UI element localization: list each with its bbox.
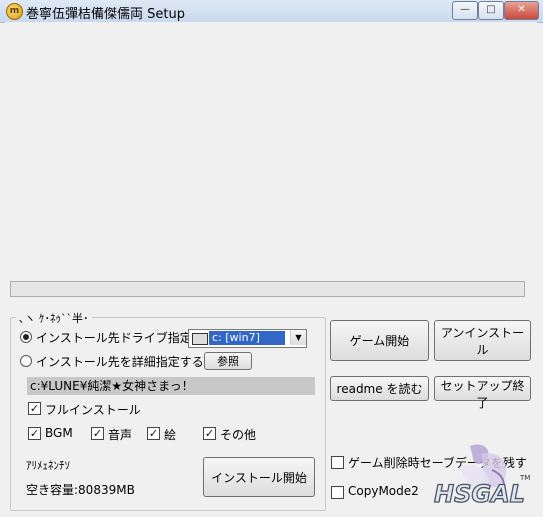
banner-area: [5, 22, 537, 274]
uninstall-button[interactable]: アンインストール: [434, 320, 531, 361]
hsgal-logo: HSGAL TM: [433, 444, 530, 509]
picture-checkbox[interactable]: ✓: [147, 427, 160, 440]
voice-label[interactable]: 音声: [108, 426, 132, 443]
group-legend: ､ヽ ｹ･ﾈｩ``半･: [16, 310, 92, 326]
other-checkbox[interactable]: ✓: [203, 427, 216, 440]
browse-button[interactable]: 参照: [204, 352, 252, 370]
drive-select[interactable]: c: [win7] ▼: [188, 329, 307, 348]
full-install-checkbox[interactable]: ✓: [28, 402, 41, 415]
hsgal-logo-text: HSGAL: [434, 480, 525, 508]
voice-checkbox[interactable]: ✓: [91, 427, 104, 440]
status-label: ｱﾘﾒｪﾈﾝﾁｿ: [26, 459, 70, 472]
chevron-down-icon[interactable]: ▼: [290, 330, 306, 345]
bgm-checkbox[interactable]: ✓: [28, 427, 41, 440]
readme-button[interactable]: readme を読む: [330, 376, 429, 401]
close-button[interactable]: ✕: [504, 1, 539, 20]
game-start-button[interactable]: ゲーム開始: [330, 320, 429, 361]
app-icon: m: [6, 3, 23, 20]
install-path-field[interactable]: c:¥LUNE¥純潔★女神さまっ！: [27, 377, 315, 395]
picture-label[interactable]: 絵: [164, 426, 176, 443]
keep-save-checkbox[interactable]: [331, 456, 344, 469]
install-progress-bar: [10, 281, 525, 297]
minimize-button[interactable]: —: [452, 1, 478, 20]
install-start-button[interactable]: インストール開始: [203, 457, 315, 497]
setup-exit-button[interactable]: セットアップ終了: [434, 376, 531, 410]
bgm-label[interactable]: BGM: [45, 426, 73, 440]
drive-select-value: c: [win7]: [209, 331, 285, 345]
title-bar: m 巻寧伍彈桔備傑儒両 Setup — □ ✕: [0, 0, 543, 23]
window-title: 巻寧伍彈桔備傑儒両 Setup: [26, 7, 185, 22]
radio-drive[interactable]: [20, 331, 32, 343]
copymode-checkbox[interactable]: [331, 486, 344, 499]
free-space-label: 空き容量:80839MB: [26, 483, 135, 497]
copymode-label[interactable]: CopyMode2: [348, 484, 419, 498]
other-label[interactable]: その他: [220, 426, 256, 443]
maximize-button[interactable]: □: [478, 1, 504, 20]
radio-detail[interactable]: [20, 355, 32, 367]
radio-detail-label[interactable]: インストール先を詳細指定する: [36, 353, 204, 370]
drive-icon: [192, 333, 208, 345]
trademark-text: TM: [519, 474, 530, 482]
radio-drive-label[interactable]: インストール先ドライブ指定: [36, 329, 192, 346]
full-install-label[interactable]: フルインストール: [45, 401, 141, 418]
